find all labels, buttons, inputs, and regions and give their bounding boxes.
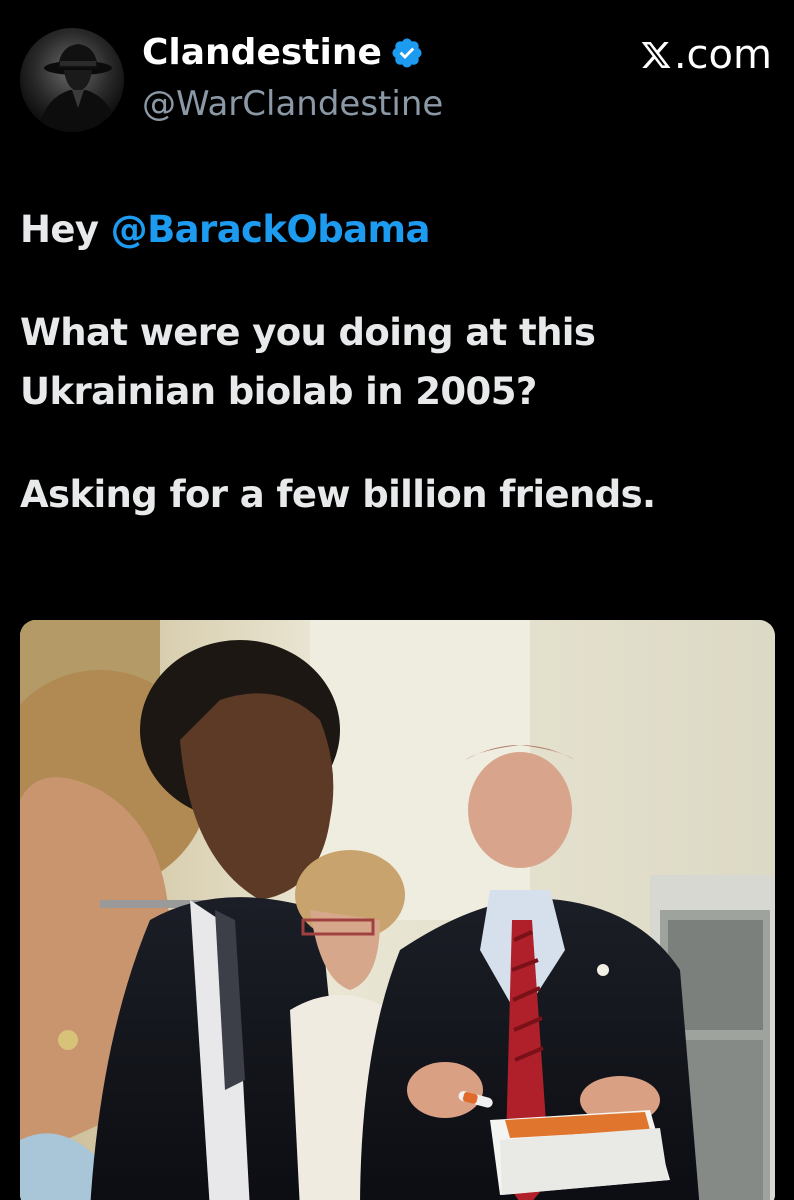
- greeting-text: Hey: [20, 208, 111, 251]
- question-line-1: What were you doing at this: [20, 311, 596, 354]
- mention-link[interactable]: @BarackObama: [111, 208, 431, 251]
- avatar[interactable]: [20, 28, 124, 132]
- question-line-2: Ukrainian biolab in 2005?: [20, 370, 537, 413]
- display-name[interactable]: Clandestine: [142, 32, 424, 73]
- verified-badge-icon: [392, 37, 422, 68]
- x-logo-icon: [641, 42, 671, 68]
- greeting-line: Hey @BarackObama: [20, 200, 770, 259]
- post-screenshot: Clandestine @WarClandestine .com Hey @Ba…: [0, 0, 794, 1200]
- source-domain: .com: [673, 32, 772, 78]
- avatar-image: [20, 28, 124, 132]
- photo-lab-scene: [20, 620, 775, 1200]
- post-body: Hey @BarackObama What were you doing at …: [20, 200, 770, 524]
- post-photo[interactable]: [20, 620, 775, 1200]
- source-label: .com: [640, 32, 772, 78]
- post-header: Clandestine @WarClandestine .com: [20, 24, 774, 134]
- user-handle[interactable]: @WarClandestine: [142, 84, 443, 124]
- closing-line: Asking for a few billion friends.: [20, 473, 656, 516]
- display-name-text: Clandestine: [142, 32, 382, 73]
